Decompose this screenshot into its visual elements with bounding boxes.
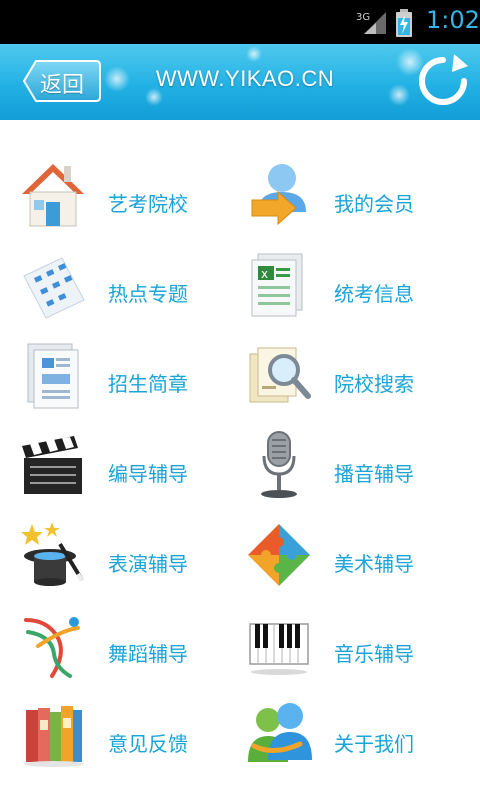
menu-item-label: 音乐辅导 xyxy=(334,642,414,666)
dancer-icon xyxy=(24,617,80,678)
menu-item-label: 招生简章 xyxy=(108,372,188,396)
menu-item-label: 艺考院校 xyxy=(108,192,188,216)
spreadsheet-icon: x xyxy=(251,253,303,317)
battery-charging-icon xyxy=(396,9,412,37)
menu-item-school-search[interactable]: 院校搜索 xyxy=(230,330,460,416)
magic-hat-icon xyxy=(21,522,84,586)
menu-item-label: 关于我们 xyxy=(334,732,414,756)
books-icon xyxy=(24,706,84,767)
menu-grid: 艺考院校 我的会员 热点专题 x 统考信息 招生简章 院校搜索 编导辅导 播音辅… xyxy=(0,120,480,800)
clapperboard-icon xyxy=(22,436,82,494)
menu-item-broadcasting-tutoring[interactable]: 播音辅导 xyxy=(230,420,460,506)
menu-item-my-membership[interactable]: 我的会员 xyxy=(230,150,460,236)
menu-item-art-schools[interactable]: 艺考院校 xyxy=(0,150,230,236)
menu-item-feedback[interactable]: 意见反馈 xyxy=(0,690,230,776)
menu-item-admission-brochure[interactable]: 招生简章 xyxy=(0,330,230,416)
back-button-label: 返回 xyxy=(40,73,85,98)
brochure-icon xyxy=(27,343,79,409)
clock: 1:02 xyxy=(426,6,480,34)
people-icon xyxy=(248,703,312,762)
header-sparkle xyxy=(246,46,262,62)
menu-item-directing-tutoring[interactable]: 编导辅导 xyxy=(0,420,230,506)
menu-item-label: 热点专题 xyxy=(108,282,188,306)
menu-item-acting-tutoring[interactable]: 表演辅导 xyxy=(0,510,230,596)
header-sparkle xyxy=(388,84,410,106)
puzzle-icon xyxy=(246,522,312,588)
menu-item-hot-topics[interactable]: 热点专题 xyxy=(0,240,230,326)
menu-item-label: 我的会员 xyxy=(334,192,414,216)
menu-item-fine-arts-tutoring[interactable]: 美术辅导 xyxy=(230,510,460,596)
menu-item-dance-tutoring[interactable]: 舞蹈辅导 xyxy=(0,600,230,686)
menu-item-unified-exam-info[interactable]: x 统考信息 xyxy=(230,240,460,326)
house-icon xyxy=(22,164,84,227)
menu-item-label: 统考信息 xyxy=(334,282,414,306)
app-header: 返回 WWW.YIKAO.CN xyxy=(0,44,480,120)
menu-item-label: 舞蹈辅导 xyxy=(108,642,188,666)
page-title: WWW.YIKAO.CN xyxy=(155,66,335,91)
menu-item-label: 编导辅导 xyxy=(108,462,188,486)
magnifier-search-icon xyxy=(249,347,311,403)
menu-item-label: 院校搜索 xyxy=(334,372,414,396)
status-bar: 3G 1:02 xyxy=(0,0,480,44)
piano-keys-icon xyxy=(249,623,309,675)
menu-item-music-tutoring[interactable]: 音乐辅导 xyxy=(230,600,460,686)
refresh-icon[interactable] xyxy=(414,52,472,110)
hot-topics-icon xyxy=(23,257,85,319)
header-sparkle xyxy=(104,66,130,92)
microphone-icon xyxy=(261,431,297,498)
svg-text:x: x xyxy=(261,267,268,281)
menu-item-label: 美术辅导 xyxy=(334,552,414,576)
menu-item-label: 表演辅导 xyxy=(108,552,188,576)
signal-icon xyxy=(364,12,386,34)
menu-item-about-us[interactable]: 关于我们 xyxy=(230,690,460,776)
back-button[interactable]: 返回 xyxy=(22,59,102,103)
menu-item-label: 播音辅导 xyxy=(334,462,414,486)
member-user-icon xyxy=(251,164,306,226)
menu-item-label: 意见反馈 xyxy=(108,732,188,756)
